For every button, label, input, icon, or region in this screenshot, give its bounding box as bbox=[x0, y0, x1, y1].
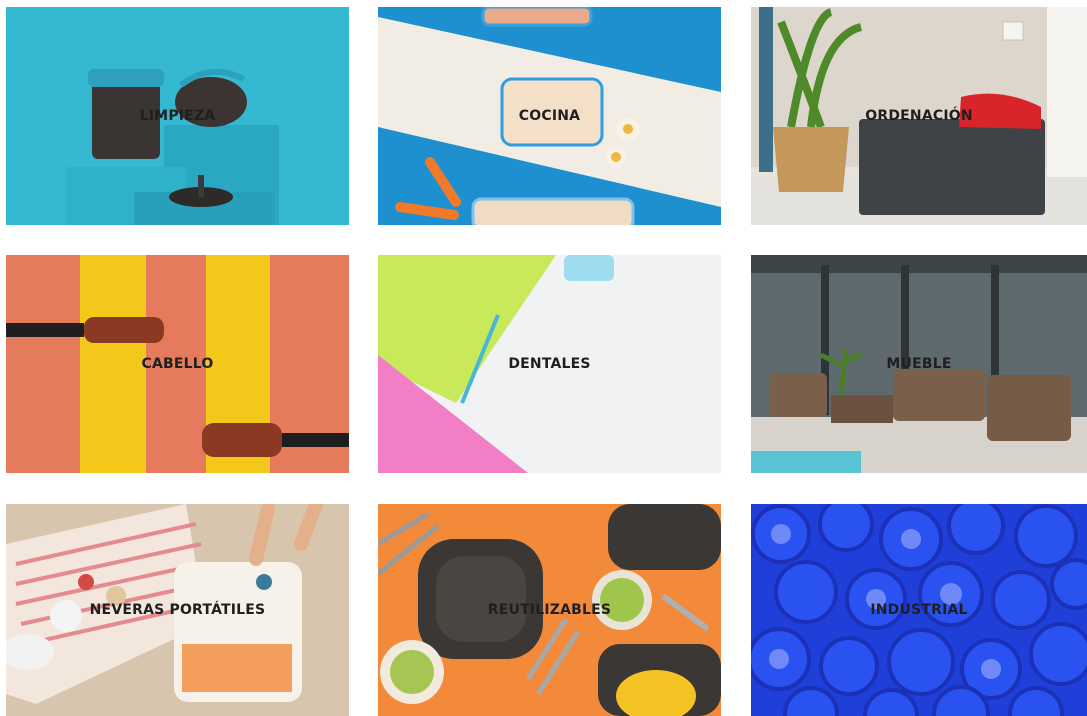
category-label: CABELLO bbox=[141, 356, 214, 372]
category-tile-mueble[interactable]: MUEBLE bbox=[751, 255, 1087, 473]
category-tile-dentales[interactable]: DENTALES bbox=[378, 255, 721, 473]
category-label: COCINA bbox=[518, 108, 581, 124]
category-tile-cocina[interactable]: COCINA bbox=[378, 7, 721, 225]
category-label: LIMPIEZA bbox=[139, 108, 216, 124]
category-tile-limpieza[interactable]: LIMPIEZA bbox=[6, 7, 349, 225]
category-tile-cabello[interactable]: CABELLO bbox=[6, 255, 349, 473]
category-tile-industrial[interactable]: INDUSTRIAL bbox=[751, 504, 1087, 716]
category-tile-neveras-portatiles[interactable]: NEVERAS PORTÁTILES bbox=[6, 504, 349, 716]
category-label: INDUSTRIAL bbox=[870, 602, 968, 618]
category-label: ORDENACIÓN bbox=[865, 108, 973, 124]
category-label: NEVERAS PORTÁTILES bbox=[89, 602, 266, 618]
category-label: DENTALES bbox=[508, 356, 591, 372]
category-tile-ordenacion[interactable]: ORDENACIÓN bbox=[751, 7, 1087, 225]
category-label: MUEBLE bbox=[886, 356, 952, 372]
category-tile-reutilizables[interactable]: REUTILIZABLES bbox=[378, 504, 721, 716]
category-label: REUTILIZABLES bbox=[487, 602, 612, 618]
category-grid: LIMPIEZA COCINA ORDENACIÓN CABELLO DENTA… bbox=[0, 0, 1087, 716]
